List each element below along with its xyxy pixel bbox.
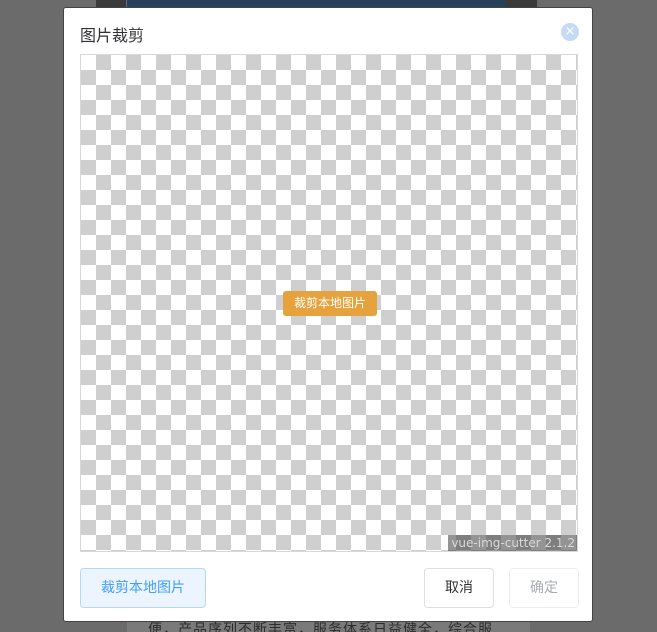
crop-dialog: 图片裁剪 × 裁剪本地图片 vue-img-cutter 2.1.2 裁剪本地图… (63, 7, 593, 622)
version-label: vue-img-cutter 2.1.2 (448, 535, 577, 551)
dialog-title: 图片裁剪 (80, 26, 145, 45)
screen: 便，产品序列不断丰富，服务体系日益健全，综合服 图片裁剪 × 裁剪本地图片 vu… (0, 0, 657, 632)
crop-upload-button[interactable]: 裁剪本地图片 (283, 291, 377, 316)
upload-local-image-button[interactable]: 裁剪本地图片 (80, 568, 206, 608)
close-icon[interactable]: × (561, 23, 579, 41)
cancel-button[interactable]: 取消 (424, 568, 494, 608)
confirm-button[interactable]: 确定 (509, 568, 579, 608)
crop-canvas[interactable]: 裁剪本地图片 vue-img-cutter 2.1.2 (80, 54, 578, 552)
